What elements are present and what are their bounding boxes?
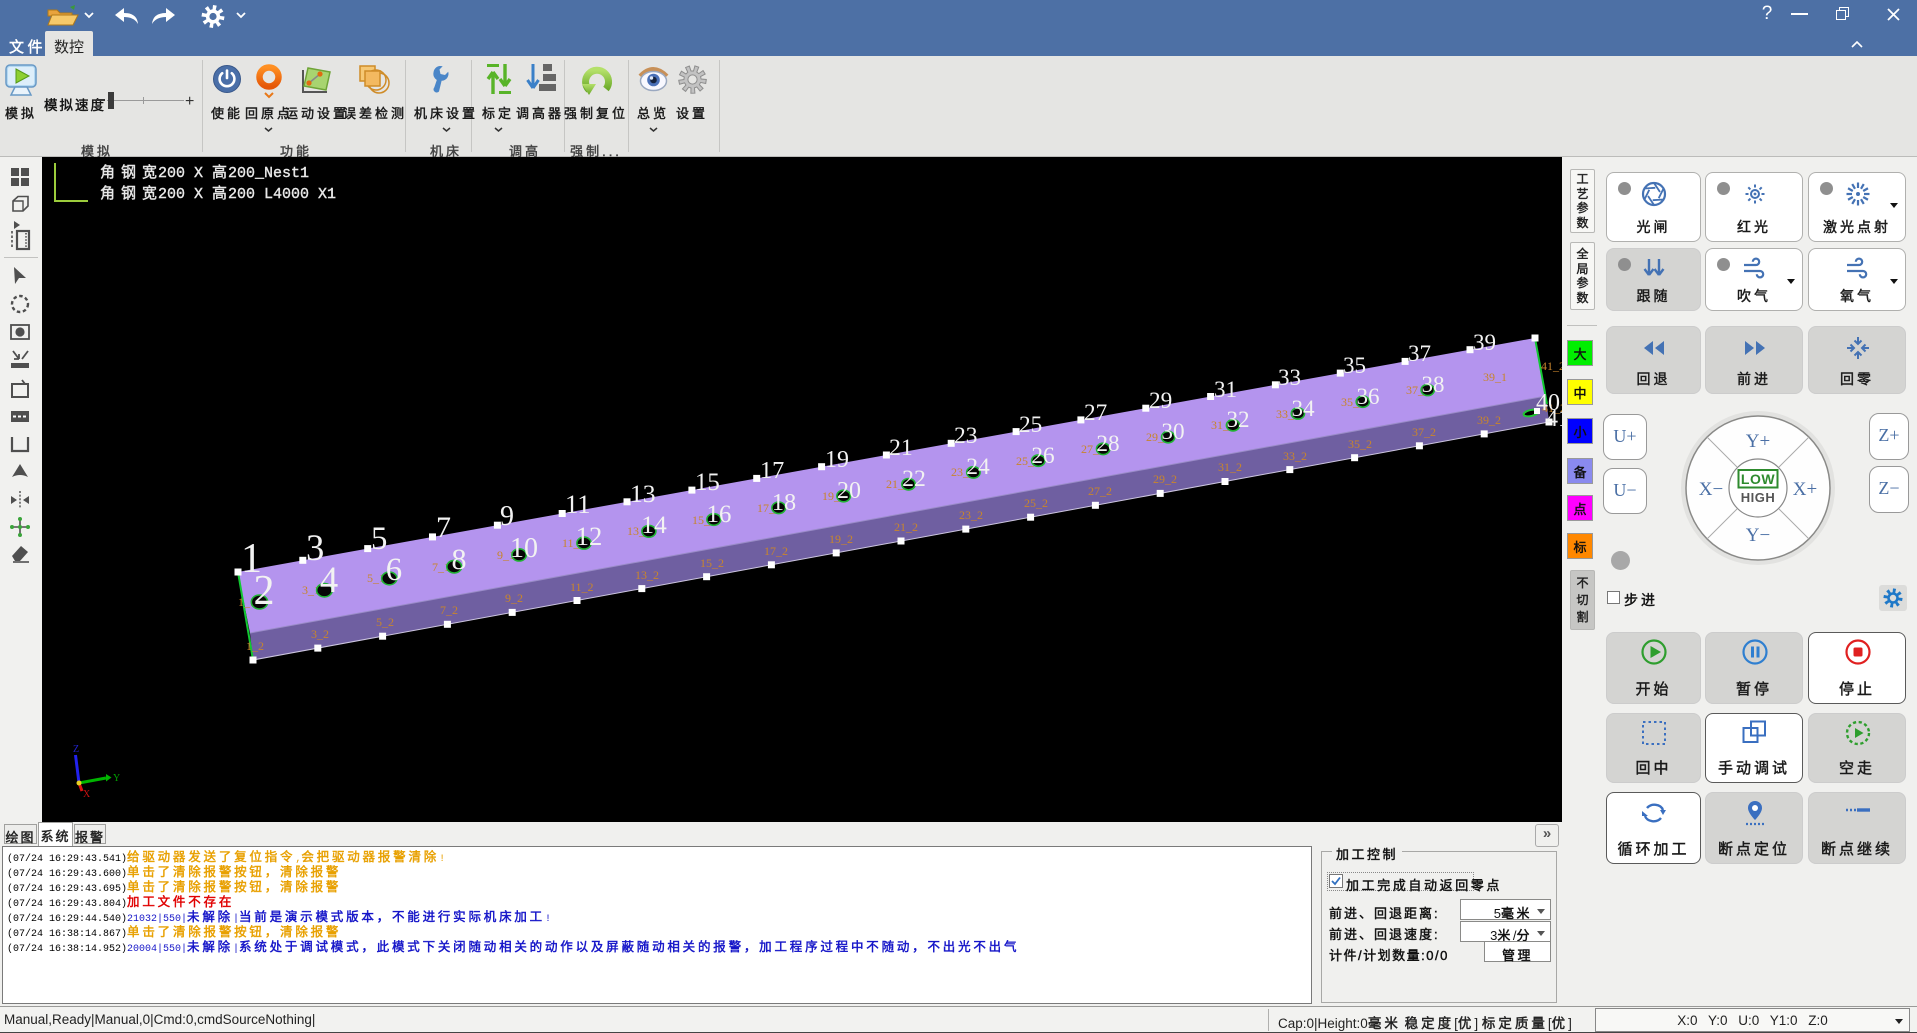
svg-text:24: 24 [966, 454, 990, 480]
svg-text:15_2: 15_2 [700, 556, 724, 570]
svg-text:21_2: 21_2 [894, 520, 918, 534]
svg-text:27_2: 27_2 [1088, 484, 1112, 498]
svg-text:29_2: 29_2 [1153, 472, 1177, 486]
svg-text:4: 4 [320, 559, 338, 600]
svg-text:35_2: 35_2 [1348, 437, 1372, 451]
svg-text:39_1: 39_1 [1483, 370, 1507, 384]
svg-text:34: 34 [1291, 395, 1315, 421]
svg-text:32: 32 [1226, 406, 1249, 432]
svg-text:35: 35 [1343, 352, 1366, 378]
svg-text:30: 30 [1161, 419, 1184, 445]
svg-text:5_2: 5_2 [376, 615, 394, 629]
svg-text:11_2: 11_2 [570, 580, 594, 594]
svg-text:X−: X− [1699, 479, 1723, 500]
svg-text:26: 26 [1031, 443, 1054, 469]
svg-text:12: 12 [576, 521, 603, 551]
svg-text:31_2: 31_2 [1218, 460, 1242, 474]
svg-text:38: 38 [1422, 372, 1445, 397]
svg-text:33: 33 [1278, 364, 1301, 390]
svg-text:7_2: 7_2 [440, 603, 458, 617]
svg-text:角钢宽200 X 高200_Nest1: 角钢宽200 X 高200_Nest1 [100, 164, 309, 182]
svg-text:39_2: 39_2 [1477, 413, 1501, 427]
svg-text:25_2: 25_2 [1024, 496, 1048, 510]
svg-text:10: 10 [510, 533, 538, 564]
svg-text:X: X [83, 789, 91, 800]
svg-text:33_2: 33_2 [1283, 449, 1307, 463]
svg-text:8: 8 [452, 543, 467, 576]
svg-text:23: 23 [954, 423, 978, 449]
svg-text:17: 17 [760, 457, 784, 484]
svg-text:39: 39 [1473, 330, 1496, 355]
svg-text:41_2: 41_2 [1541, 359, 1562, 373]
svg-text:22: 22 [902, 466, 926, 492]
svg-text:25: 25 [1019, 412, 1042, 438]
svg-text:20: 20 [837, 478, 861, 504]
svg-text:Z: Z [73, 744, 79, 755]
svg-text:7: 7 [436, 511, 451, 544]
svg-text:36: 36 [1356, 383, 1379, 409]
svg-text:9_2: 9_2 [505, 591, 523, 605]
svg-text:11: 11 [565, 489, 591, 519]
svg-text:15: 15 [695, 469, 720, 496]
svg-text:19_2: 19_2 [829, 532, 853, 546]
svg-text:X+: X+ [1793, 479, 1817, 500]
svg-text:13_2: 13_2 [635, 568, 659, 582]
svg-text:19: 19 [825, 447, 849, 473]
svg-text:16: 16 [707, 501, 732, 528]
svg-text:2: 2 [254, 568, 275, 614]
svg-text:23_2: 23_2 [959, 508, 983, 522]
svg-text:9: 9 [500, 501, 514, 532]
svg-text:27: 27 [1084, 400, 1107, 426]
svg-text:13: 13 [630, 479, 656, 508]
svg-text:角钢宽200 X 高200 L4000 X1: 角钢宽200 X 高200 L4000 X1 [100, 185, 336, 203]
svg-text:Y: Y [113, 773, 120, 784]
svg-text:37: 37 [1408, 341, 1431, 366]
svg-text:37_2: 37_2 [1412, 425, 1436, 439]
svg-text:28: 28 [1096, 431, 1119, 457]
svg-text:6: 6 [386, 552, 402, 588]
svg-text:1_2: 1_2 [246, 639, 264, 653]
svg-text:21: 21 [889, 435, 913, 461]
svg-text:HIGH: HIGH [1741, 490, 1776, 505]
svg-text:LOW: LOW [1741, 471, 1775, 487]
svg-text:41: 41 [1546, 406, 1562, 432]
svg-text:18: 18 [772, 489, 796, 516]
svg-text:17_2: 17_2 [764, 544, 788, 558]
svg-text:Y+: Y+ [1746, 431, 1770, 452]
svg-text:Y−: Y− [1746, 525, 1770, 546]
svg-text:31: 31 [1214, 376, 1237, 402]
svg-text:29: 29 [1149, 388, 1172, 414]
svg-text:14: 14 [641, 510, 667, 539]
svg-text:3_2: 3_2 [311, 627, 329, 641]
